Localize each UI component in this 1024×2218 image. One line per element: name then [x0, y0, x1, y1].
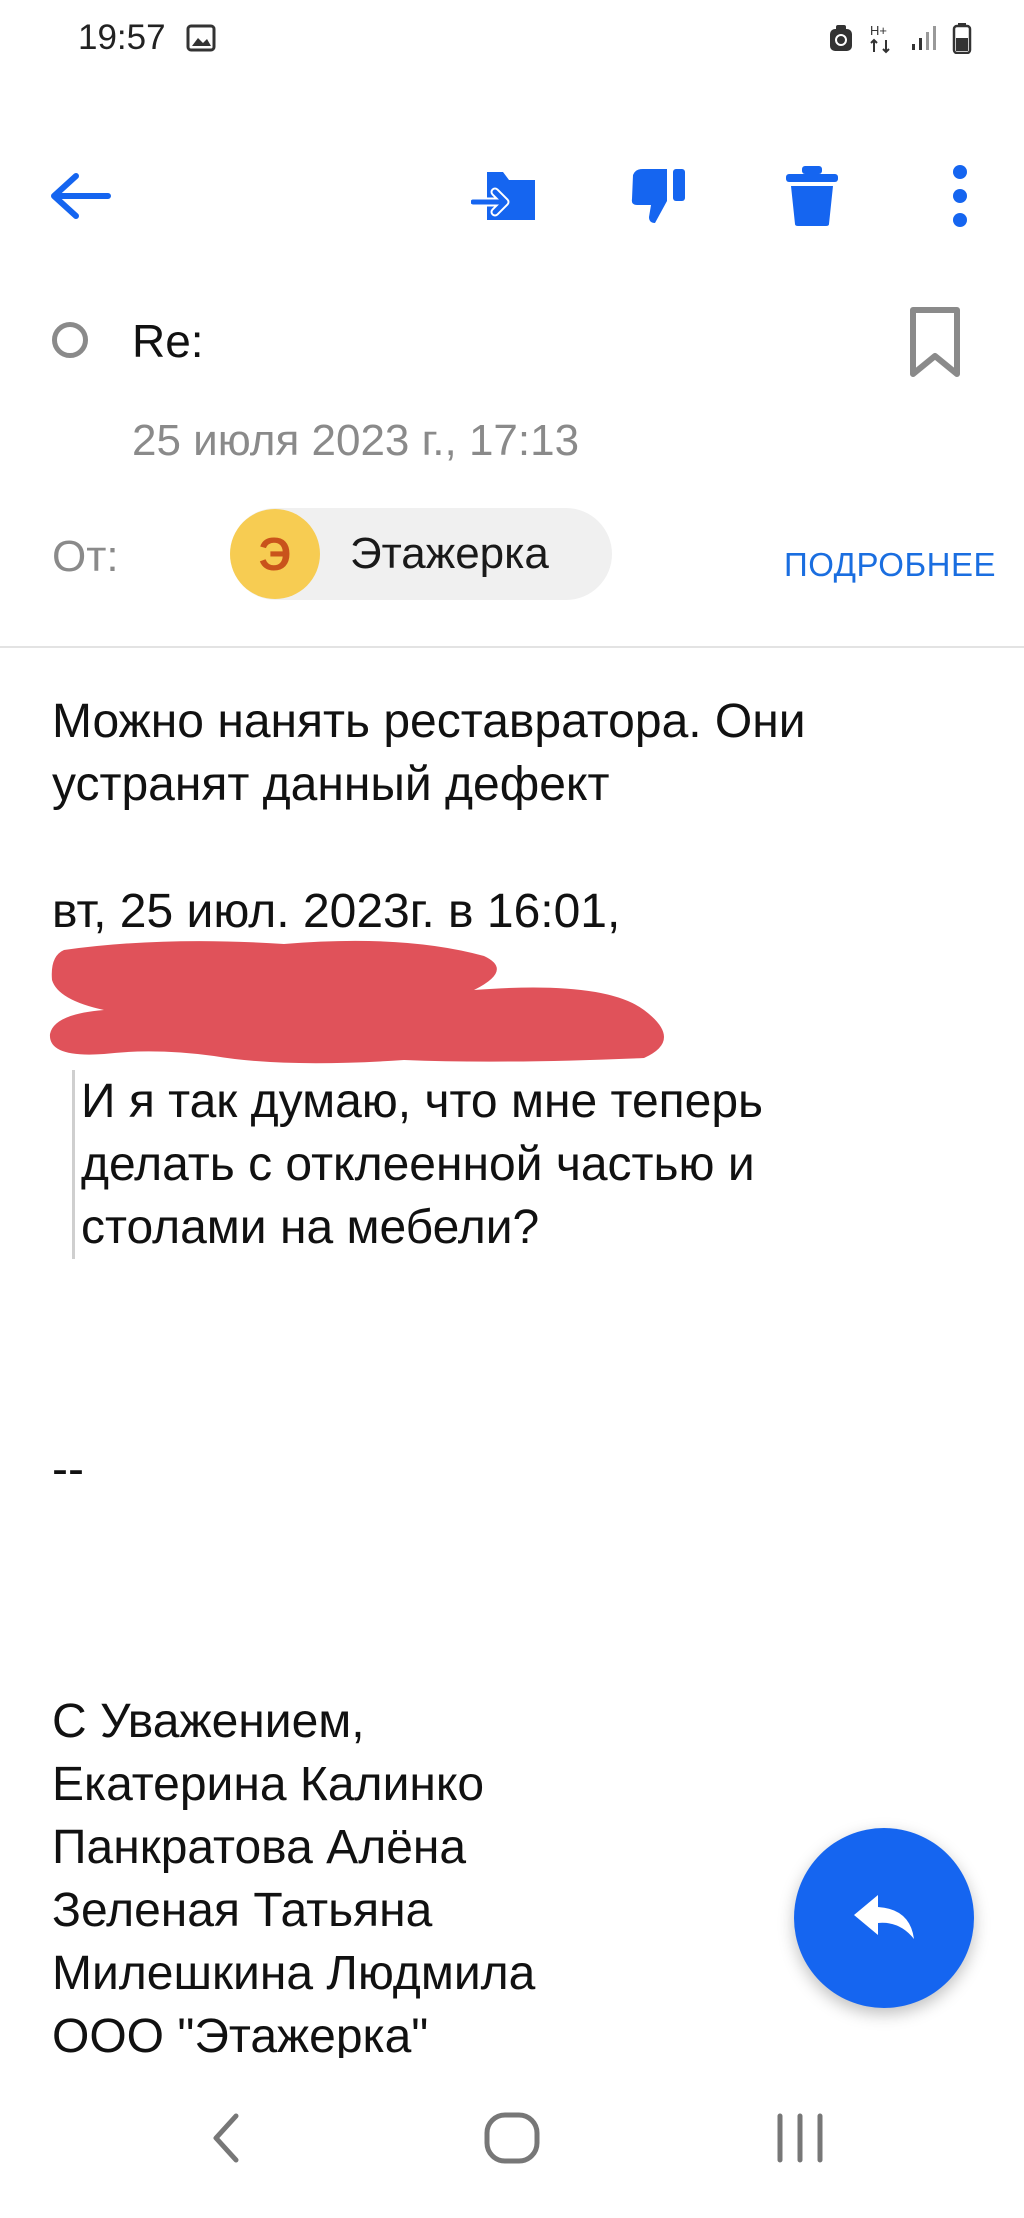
quoted-message: И я так думаю, что мне теперь делать с о… [72, 1070, 932, 1259]
email-date: 25 июля 2023 г., 17:13 [132, 416, 580, 465]
signature-line: Екатерина Калинко [52, 1758, 485, 1811]
email-view-screen: 19:57 H+ Re: 25 июля 2023 г., 17:13 От: … [0, 0, 1024, 2218]
status-icons: H+ [828, 22, 972, 54]
bookmark-icon[interactable] [908, 306, 962, 378]
signature: С Уважением, Екатерина Калинко Панкратов… [52, 1690, 752, 2068]
sender-name: Этажерка [350, 529, 549, 578]
battery-icon [952, 23, 972, 54]
signature-line: Панкратова Алёна [52, 1821, 467, 1874]
svg-text:H+: H+ [870, 23, 887, 38]
move-to-folder-button[interactable] [470, 160, 542, 232]
home-icon [484, 2112, 540, 2164]
recycle-icon [830, 25, 852, 51]
paragraph-line: устранят данный дефект [52, 758, 610, 811]
status-bar: 19:57 H+ [0, 0, 1024, 80]
quote-line: И я так думаю, что мне теперь [81, 1075, 764, 1128]
status-time: 19:57 [78, 18, 166, 57]
arrow-left-icon [51, 173, 111, 219]
more-options-button[interactable] [924, 160, 996, 232]
sender-avatar: Э [230, 509, 320, 599]
email-subject: Re: [132, 315, 204, 367]
chevron-left-icon [213, 2113, 239, 2163]
quote-line: делать с отклеенной частью и [81, 1138, 755, 1191]
recent-apps-icon [777, 2113, 823, 2163]
signature-line: С Уважением, [52, 1695, 365, 1748]
signature-line: Зеленая Татьяна [52, 1884, 433, 1937]
thumbs-down-icon [631, 169, 685, 223]
delete-button[interactable] [776, 160, 848, 232]
signature-line: Милешкина Людмила [52, 1947, 536, 2000]
nav-recent-apps-button[interactable] [760, 2098, 840, 2178]
network-hplus-icon: H+ [870, 23, 890, 54]
header-divider [0, 646, 1024, 648]
more-vertical-icon [953, 165, 967, 227]
signal-icon [912, 26, 936, 50]
system-nav-bar [0, 2058, 1024, 2218]
signature-separator: -- [52, 1443, 84, 1496]
from-label: От: [52, 532, 119, 581]
message-paragraph: Можно нанять реставратора. Они устранят … [52, 690, 952, 816]
toolbar [0, 140, 1024, 250]
gallery-icon [186, 24, 216, 52]
trash-icon [786, 166, 838, 226]
spam-button[interactable] [624, 160, 696, 232]
reply-icon [854, 1895, 914, 1939]
sender-chip[interactable]: Э Этажерка [230, 508, 612, 600]
move-to-folder-icon [471, 172, 535, 220]
back-button[interactable] [44, 160, 116, 232]
details-link[interactable]: ПОДРОБНЕЕ [784, 546, 996, 584]
nav-back-button[interactable] [186, 2098, 266, 2178]
redaction-mark [49, 940, 665, 1064]
quote-line: столами на мебели? [81, 1201, 540, 1254]
unread-toggle[interactable] [52, 322, 88, 358]
paragraph-line: Можно нанять реставратора. Они [52, 695, 806, 748]
nav-home-button[interactable] [472, 2098, 552, 2178]
reply-button[interactable] [794, 1828, 974, 2008]
